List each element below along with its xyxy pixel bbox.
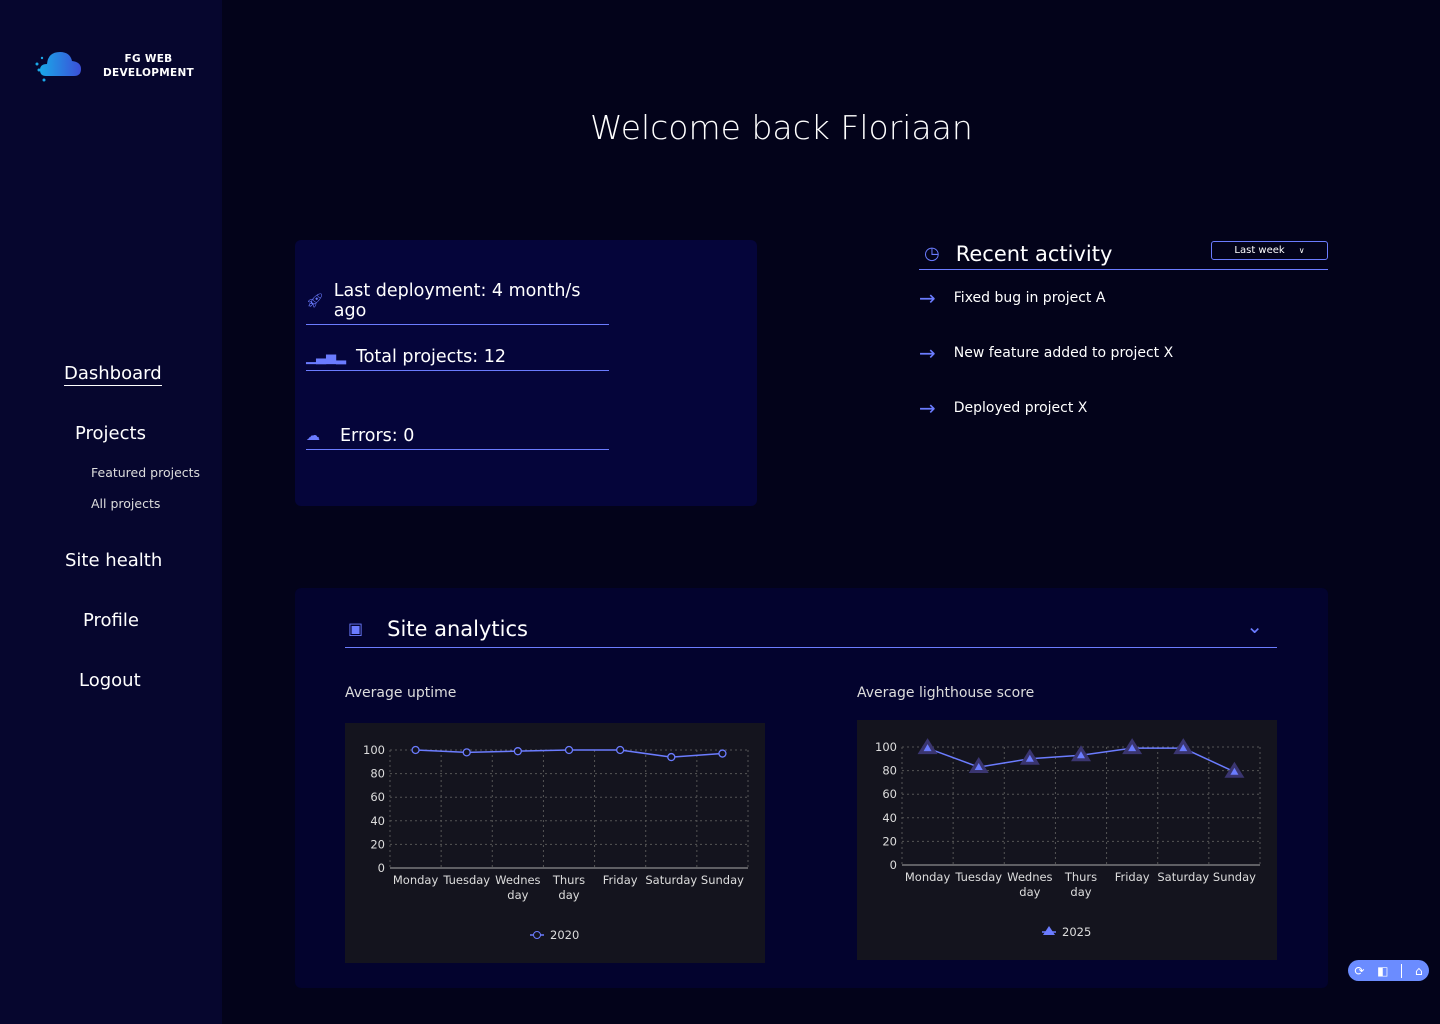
y-tick-label: 100 — [875, 740, 897, 754]
sidebar: FG WEB DEVELOPMENT Dashboard Projects Fea… — [0, 0, 222, 1024]
floating-toolbar: ⟳ ◧ ⌂ — [1348, 960, 1429, 981]
stat-projects-text: Total projects: 12 — [356, 347, 507, 367]
arrow-right-icon: → — [919, 286, 936, 310]
nav-logout[interactable]: Logout — [79, 670, 141, 691]
recent-activity-title: Recent activity — [955, 241, 1113, 266]
page-title: Welcome back Floriaan — [590, 108, 973, 147]
chevron-down-icon: ∨ — [1298, 246, 1305, 255]
arrow-right-icon: → — [919, 396, 936, 420]
stats-card: 🚀︎ Last deployment: 4 month/s ago ▁▃▅▂ Tot… — [295, 240, 757, 506]
y-tick-label: 100 — [363, 743, 385, 757]
data-point — [411, 745, 420, 755]
uptime-chart-title: Average uptime — [345, 685, 457, 701]
data-point — [615, 745, 625, 755]
data-point — [564, 745, 574, 755]
stat-errors-text: Errors: 0 — [340, 426, 415, 446]
x-tick-label: Saturday — [645, 873, 697, 887]
y-tick-label: 40 — [882, 811, 897, 825]
uptime-chart: 020406080100Monday Tuesday WednesdayThursd… — [345, 723, 765, 963]
nav-all-projects[interactable]: All projects — [91, 496, 160, 511]
nav-featured-projects[interactable]: Featured projects — [91, 465, 200, 480]
y-tick-label: 60 — [370, 790, 385, 804]
y-tick-label: 80 — [882, 764, 897, 778]
legend-marker — [1043, 926, 1055, 935]
y-tick-label: 60 — [882, 787, 897, 801]
rocket-icon: 🚀︎ — [306, 293, 324, 309]
brand-name: FG WEB DEVELOPMENT — [103, 52, 194, 80]
period-dropdown-value: Last week — [1234, 245, 1285, 256]
clock-icon: ◷ — [924, 243, 940, 264]
bar-chart-icon: ▁▃▅▂ — [306, 349, 346, 365]
x-tick-label: Wednes — [495, 873, 540, 887]
x-tick-label: Tuesday — [442, 873, 490, 887]
nav-projects[interactable]: Projects — [75, 423, 146, 444]
cloud-icon: ☁ — [306, 428, 320, 444]
x-tick-label: Saturday — [1157, 870, 1209, 884]
nav-dashboard[interactable]: Dashboard — [64, 363, 162, 386]
site-analytics-panel: ▣ Site analytics ⌄ Average uptime Averag… — [295, 588, 1328, 988]
x-tick-label: day — [1070, 885, 1091, 899]
nav-site-health[interactable]: Site health — [65, 550, 162, 571]
x-tick-label: Sunday — [1213, 870, 1256, 884]
activity-text: Fixed bug in project A — [953, 290, 1106, 306]
data-point — [718, 749, 727, 758]
x-tick-label: day — [558, 888, 579, 902]
x-tick-label: Monday — [905, 870, 951, 884]
site-analytics-title: Site analytics — [387, 616, 528, 641]
chevron-down-icon[interactable]: ⌄ — [1246, 614, 1263, 638]
y-tick-label: 0 — [890, 858, 897, 872]
stat-projects: ▁▃▅▂ Total projects: 12 — [306, 347, 609, 371]
data-point — [462, 748, 471, 757]
y-tick-label: 0 — [378, 861, 385, 875]
recent-activity-header: ◷ Recent activity Last week ∨ — [919, 238, 1328, 270]
stat-errors: ☁ Errors: 0 — [306, 426, 609, 450]
recent-activity: ◷ Recent activity Last week ∨ → Fixed bug … — [919, 238, 1328, 420]
legend-marker — [533, 931, 541, 939]
arrow-right-icon: → — [919, 341, 936, 365]
panel-icon[interactable]: ◧ — [1377, 964, 1388, 978]
y-tick-label: 20 — [882, 834, 897, 848]
x-tick-label: Tuesday — [954, 870, 1002, 884]
x-tick-label: Thurs — [1064, 870, 1097, 884]
activity-item: → Fixed bug in project A — [919, 286, 1105, 310]
stat-deployment: 🚀︎ Last deployment: 4 month/s ago — [306, 281, 609, 325]
legend-label: 2025 — [1062, 925, 1091, 939]
analytics-icon: ▣ — [348, 619, 364, 638]
period-dropdown[interactable]: Last week ∨ — [1211, 241, 1328, 260]
data-point — [667, 752, 676, 762]
cloud-logo-icon — [35, 52, 81, 82]
y-tick-label: 40 — [370, 814, 385, 828]
x-tick-label: day — [1019, 885, 1040, 899]
activity-item: → New feature added to project X — [919, 341, 1173, 365]
data-point — [513, 747, 523, 756]
y-tick-label: 80 — [370, 767, 385, 781]
x-tick-label: Wednes — [1007, 870, 1052, 884]
x-tick-label: Monday — [393, 873, 439, 887]
y-tick-label: 20 — [370, 837, 385, 851]
site-analytics-header[interactable]: ▣ Site analytics ⌄ — [345, 610, 1277, 648]
x-tick-label: Thurs — [552, 873, 585, 887]
brand-line1: FG WEB — [124, 53, 173, 65]
activity-item: → Deployed project X — [919, 396, 1087, 420]
x-tick-label: day — [507, 888, 528, 902]
refresh-icon[interactable]: ⟳ — [1354, 964, 1364, 978]
activity-text: New feature added to project X — [953, 345, 1174, 361]
x-tick-label: Sunday — [701, 873, 744, 887]
lighthouse-chart-title: Average lighthouse score — [857, 685, 1035, 701]
nav-profile[interactable]: Profile — [83, 610, 139, 631]
stat-deployment-text: Last deployment: 4 month/s ago — [333, 281, 581, 321]
lighthouse-chart: 020406080100Monday Tuesday WednesdayThursd… — [857, 720, 1277, 960]
x-tick-label: Friday — [1115, 870, 1150, 884]
x-tick-label: Friday — [603, 873, 638, 887]
brand-line2: DEVELOPMENT — [103, 67, 194, 79]
activity-text: Deployed project X — [953, 400, 1088, 416]
toolbox-icon[interactable]: ⌂ — [1415, 964, 1423, 978]
legend-label: 2020 — [550, 928, 579, 942]
